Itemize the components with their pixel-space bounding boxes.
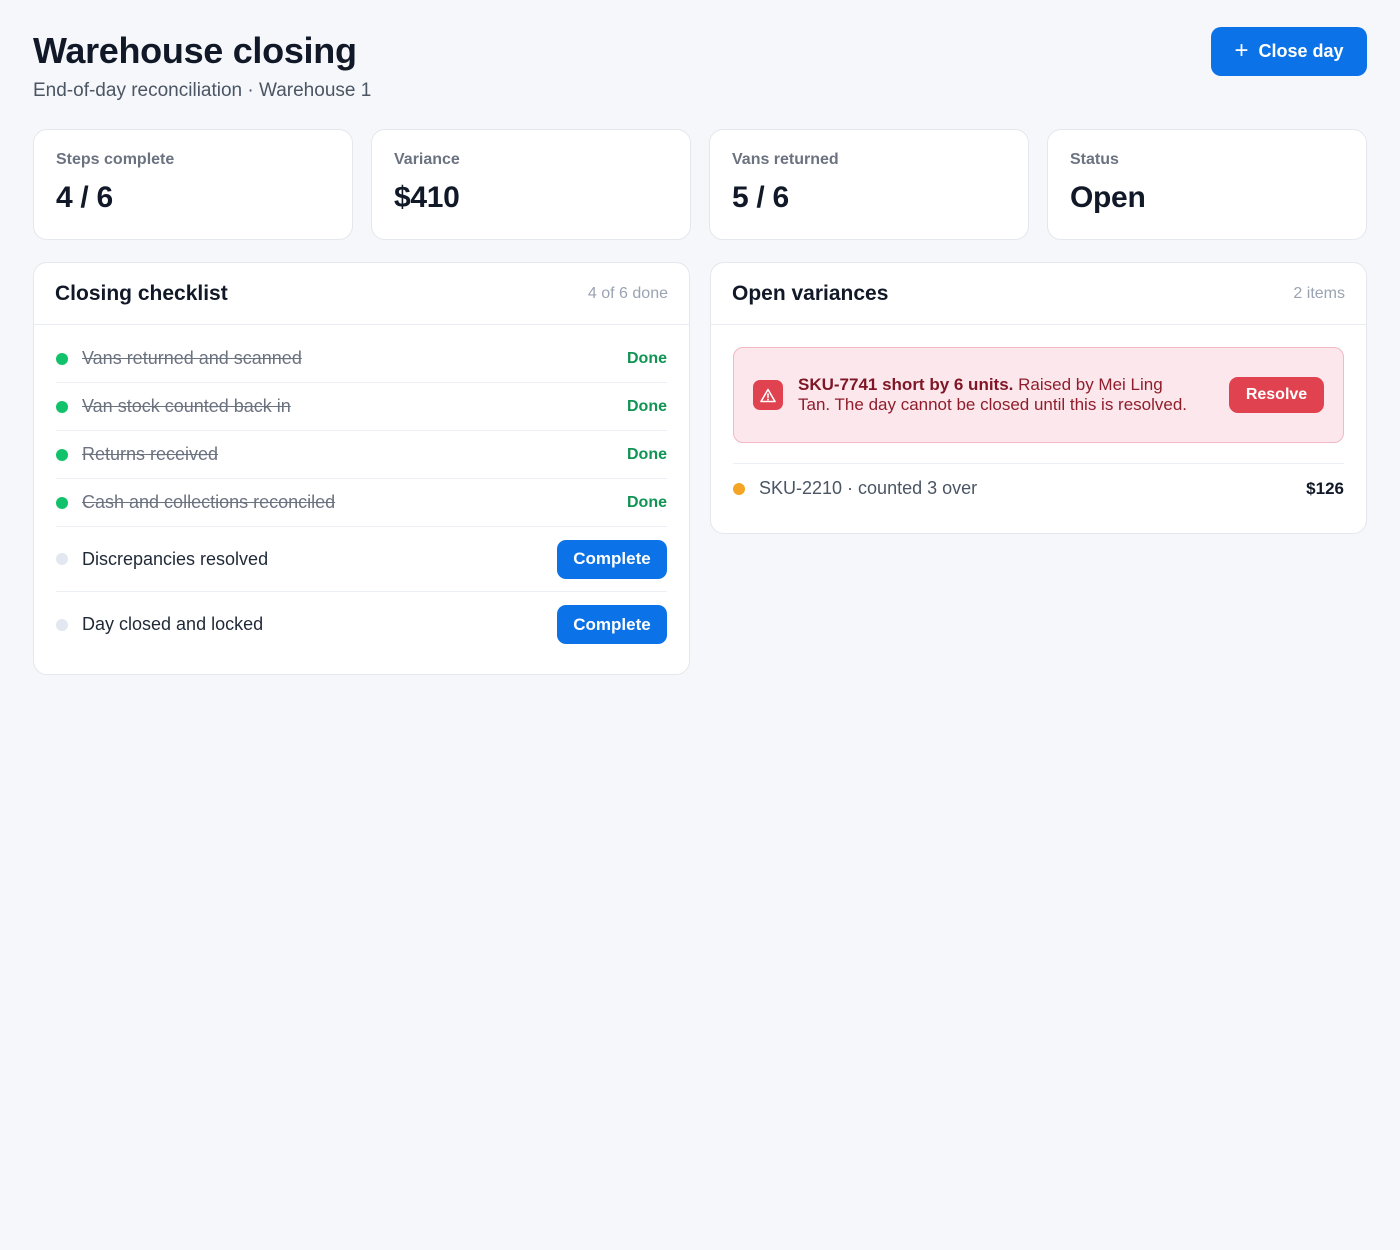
checklist-item-label: Vans returned and scanned (82, 348, 302, 368)
resolve-button[interactable]: Resolve (1229, 377, 1324, 413)
checklist-item-label: Returns received (82, 444, 219, 464)
plus-icon: + (1234, 36, 1249, 64)
kpi-row: Steps complete 4 / 6 Variance $410 Vans … (33, 129, 1367, 240)
status-dot-warning (733, 482, 745, 495)
kpi-value: $410 (394, 181, 460, 214)
alert-sku-summary: SKU-7741 short by 6 units. (798, 375, 1014, 394)
page-subtitle: End-of-day reconciliation · Warehouse 1 (33, 80, 372, 101)
kpi-variance: Variance $410 (371, 129, 691, 240)
kpi-value: 4 / 6 (56, 181, 113, 214)
kpi-steps-complete: Steps complete 4 / 6 (33, 129, 353, 240)
checklist-item: Day closed and locked Complete (56, 592, 667, 657)
checklist-item-label: Cash and collections reconciled (82, 492, 336, 512)
variances-body: SKU-7741 short by 6 units. Raised by Mei… (711, 325, 1366, 513)
warning-icon (753, 380, 783, 410)
panel-header: Open variances 2 items (711, 263, 1366, 325)
checklist-item-label: Van stock counted back in (82, 396, 291, 416)
status-dot-done (56, 400, 68, 413)
checklist-item-label: Day closed and locked (82, 614, 264, 634)
variance-amount: $126 (1306, 478, 1344, 498)
checklist-item-label: Discrepancies resolved (82, 548, 269, 569)
kpi-label: Vans returned (732, 151, 839, 168)
panel-title: Closing checklist (55, 281, 228, 305)
page-title: Warehouse closing (33, 30, 357, 71)
kpi-vans-returned: Vans returned 5 / 6 (709, 129, 1029, 240)
kpi-label: Steps complete (56, 151, 175, 168)
complete-button[interactable]: Complete (557, 539, 667, 579)
kpi-label: Status (1070, 151, 1119, 168)
close-day-button[interactable]: + Close day (1211, 27, 1367, 76)
status-dot-pending (56, 553, 68, 565)
checklist-item: Cash and collections reconciled Done (56, 479, 667, 527)
done-status: Done (627, 349, 667, 367)
warehouse-closing-page: Warehouse closing End-of-day reconciliat… (33, 0, 1367, 675)
alert-message: SKU-7741 short by 6 units. Raised by Mei… (798, 375, 1198, 415)
done-status: Done (627, 493, 667, 511)
done-status: Done (627, 445, 667, 463)
variance-alert: SKU-7741 short by 6 units. Raised by Mei… (733, 347, 1344, 443)
checklist-item: Discrepancies resolved Complete (56, 527, 667, 592)
status-dot-done (56, 448, 68, 461)
kpi-value: Open (1070, 181, 1146, 214)
panel-count: 4 of 6 done (587, 284, 668, 302)
status-dot-done (56, 352, 68, 365)
done-status: Done (627, 397, 667, 415)
open-variances-panel: Open variances 2 items SKU-7741 short by… (710, 262, 1367, 534)
checklist-item: Van stock counted back in Done (56, 383, 667, 431)
panel-title: Open variances (732, 281, 889, 305)
checklist-item: Returns received Done (56, 431, 667, 479)
kpi-label: Variance (394, 151, 460, 168)
checklist: Vans returned and scanned Done Van stock… (34, 325, 689, 657)
variance-label: SKU-2210 · counted 3 over (759, 478, 978, 498)
complete-button[interactable]: Complete (557, 605, 667, 644)
status-dot-done (56, 496, 68, 509)
kpi-status: Status Open (1047, 129, 1367, 240)
panel-header: Closing checklist 4 of 6 done (34, 263, 689, 325)
checklist-item: Vans returned and scanned Done (56, 335, 667, 383)
kpi-value: 5 / 6 (732, 181, 789, 214)
variance-row: SKU-2210 · counted 3 over $126 (733, 463, 1344, 513)
panel-count: 2 items (1293, 284, 1345, 302)
close-day-label: Close day (1258, 41, 1344, 61)
page-header: Warehouse closing End-of-day reconciliat… (33, 0, 1367, 130)
closing-checklist-panel: Closing checklist 4 of 6 done Vans retur… (33, 262, 690, 675)
status-dot-pending (56, 618, 68, 631)
